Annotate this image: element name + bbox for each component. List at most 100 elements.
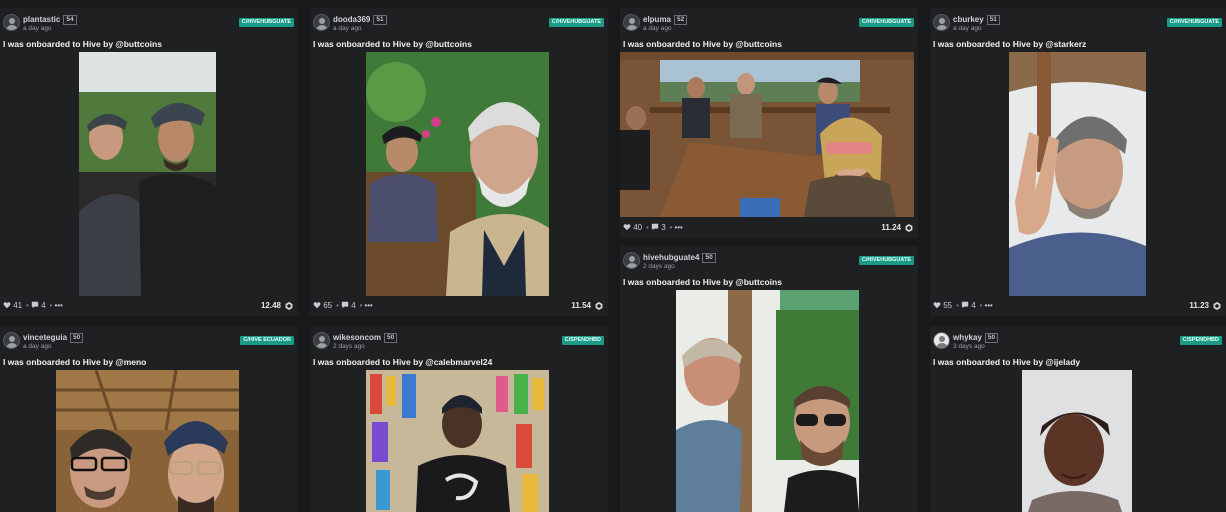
post-image[interactable] <box>676 290 859 512</box>
post-title[interactable]: I was onboarded to Hive by @buttcoins <box>623 39 914 49</box>
community-badge[interactable]: C/HIVEHUBGUATE <box>1166 18 1222 27</box>
reputation-badge: 50 <box>384 333 398 343</box>
separator: • <box>669 223 673 232</box>
post-time: a day ago <box>643 25 672 32</box>
author-name[interactable]: whykay <box>953 333 982 342</box>
separator: • <box>26 301 29 310</box>
post-card[interactable]: hivehubguate4 50 2 days ago C/HIVEHUBGUAT… <box>620 246 918 512</box>
reputation-badge: 52 <box>674 15 688 25</box>
post-title[interactable]: I was onboarded to Hive by @calebmarvel2… <box>313 357 604 367</box>
post-header: vinceteguia 50 a day ago C/HIVE ECUADOR <box>3 332 294 356</box>
avatar[interactable] <box>623 252 640 269</box>
author-name[interactable]: dooda369 <box>333 15 370 24</box>
hive-icon <box>285 302 293 310</box>
more-button[interactable]: ••• <box>984 301 992 310</box>
post-title[interactable]: I was onboarded to Hive by @buttcoins <box>313 39 604 49</box>
post-image[interactable] <box>366 370 549 512</box>
post-card[interactable]: vinceteguia 50 a day ago C/HIVE ECUADOR I… <box>0 326 298 512</box>
separator: • <box>49 301 53 310</box>
post-time: 2 days ago <box>643 263 675 270</box>
community-badge[interactable]: C/HIVE ECUADOR <box>240 336 294 345</box>
post-header: dooda369 51 a day ago C/HIVEHUBGUATE <box>313 14 604 38</box>
heart-icon <box>623 224 631 231</box>
comment-count: 4 <box>41 301 46 310</box>
community-badge[interactable]: C/SPENDHBD <box>1179 336 1222 345</box>
community-badge[interactable]: C/HIVEHUBGUATE <box>548 18 604 27</box>
separator: • <box>646 223 649 232</box>
post-header: whykay 50 3 days ago C/SPENDHBD <box>933 332 1222 356</box>
author-name[interactable]: elpuma <box>643 15 671 24</box>
avatar[interactable] <box>313 332 330 349</box>
community-badge[interactable]: C/HIVEHUBGUATE <box>858 256 914 265</box>
avatar[interactable] <box>933 14 950 31</box>
post-card[interactable]: elpuma 52 a day ago C/HIVEHUBGUATE I was … <box>620 8 918 238</box>
avatar[interactable] <box>623 14 640 31</box>
reputation-badge: 54 <box>63 15 77 25</box>
post-header: hivehubguate4 50 2 days ago C/HIVEHUBGUAT… <box>623 252 914 276</box>
post-time: 3 days ago <box>953 343 985 350</box>
payout-value[interactable]: 11.23 <box>1189 301 1209 310</box>
comment-count: 4 <box>351 301 356 310</box>
comment-button[interactable]: 3 <box>651 223 666 232</box>
more-button[interactable]: ••• <box>674 223 682 232</box>
post-image[interactable] <box>79 52 216 296</box>
post-card[interactable]: whykay 50 3 days ago C/SPENDHBD I was onb… <box>930 326 1226 512</box>
comment-button[interactable]: 4 <box>341 301 356 310</box>
comment-button[interactable]: 4 <box>961 301 976 310</box>
more-button[interactable]: ••• <box>364 301 372 310</box>
post-card[interactable]: cburkey 51 a day ago C/HIVEHUBGUATE I was… <box>930 8 1226 316</box>
author-name[interactable]: cburkey <box>953 15 984 24</box>
post-time: a day ago <box>23 343 52 350</box>
community-badge[interactable]: C/HIVEHUBGUATE <box>858 18 914 27</box>
avatar[interactable] <box>933 332 950 349</box>
payout-value[interactable]: 12.48 <box>261 301 281 310</box>
author-name[interactable]: wikesoncom <box>333 333 381 342</box>
reputation-badge: 51 <box>373 15 387 25</box>
reputation-badge: 50 <box>984 333 999 343</box>
more-button[interactable]: ••• <box>54 301 62 310</box>
comment-count: 3 <box>661 223 666 232</box>
avatar[interactable] <box>313 14 330 31</box>
post-time: a day ago <box>333 25 362 32</box>
like-count: 55 <box>943 301 953 310</box>
like-count: 41 <box>13 301 23 310</box>
post-image[interactable] <box>620 52 914 217</box>
post-footer: 41 • 4 • ••• 12.48 <box>3 301 293 311</box>
author-name[interactable]: hivehubguate4 <box>643 253 699 262</box>
post-image[interactable] <box>56 370 239 512</box>
community-badge[interactable]: C/HIVEHUBGUATE <box>238 18 294 27</box>
like-button[interactable]: 41 <box>3 301 22 310</box>
author-name[interactable]: plantastic <box>23 15 60 24</box>
post-title[interactable]: I was onboarded to Hive by @buttcoins <box>623 277 914 287</box>
post-title[interactable]: I was onboarded to Hive by @starkerz <box>933 39 1222 49</box>
like-button[interactable]: 65 <box>313 301 332 310</box>
avatar[interactable] <box>3 332 20 349</box>
like-count: 65 <box>323 301 333 310</box>
payout-value[interactable]: 11.54 <box>571 301 591 310</box>
post-image[interactable] <box>1022 370 1132 512</box>
reputation-badge: 51 <box>986 15 1000 25</box>
post-title[interactable]: I was onboarded to Hive by @buttcoins <box>3 39 294 49</box>
post-title[interactable]: I was onboarded to Hive by @ijelady <box>933 357 1222 367</box>
post-footer: 65 • 4 • ••• 11.54 <box>313 301 603 311</box>
heart-icon <box>3 302 11 309</box>
like-button[interactable]: 40 <box>623 223 642 232</box>
post-image[interactable] <box>366 52 549 296</box>
comment-button[interactable]: 4 <box>31 301 46 310</box>
post-time: 2 days ago <box>333 343 365 350</box>
post-title[interactable]: I was onboarded to Hive by @meno <box>3 357 294 367</box>
post-image[interactable] <box>1009 52 1146 296</box>
post-card[interactable]: wikesoncom 50 2 days ago C/SPENDHBD I was… <box>310 326 608 512</box>
like-button[interactable]: 55 <box>933 301 952 310</box>
payout-value[interactable]: 11.24 <box>881 223 901 232</box>
community-badge[interactable]: C/SPENDHBD <box>561 336 604 345</box>
post-header: wikesoncom 50 2 days ago C/SPENDHBD <box>313 332 604 356</box>
comment-count: 4 <box>971 301 976 310</box>
post-time: a day ago <box>23 25 52 32</box>
author-name[interactable]: vinceteguia <box>23 333 67 342</box>
avatar[interactable] <box>3 14 20 31</box>
comment-icon <box>651 223 659 231</box>
post-card[interactable]: dooda369 51 a day ago C/HIVEHUBGUATE I wa… <box>310 8 608 316</box>
separator: • <box>956 301 959 310</box>
post-card[interactable]: plantastic 54 a day ago C/HIVEHUBGUATE I … <box>0 8 298 316</box>
